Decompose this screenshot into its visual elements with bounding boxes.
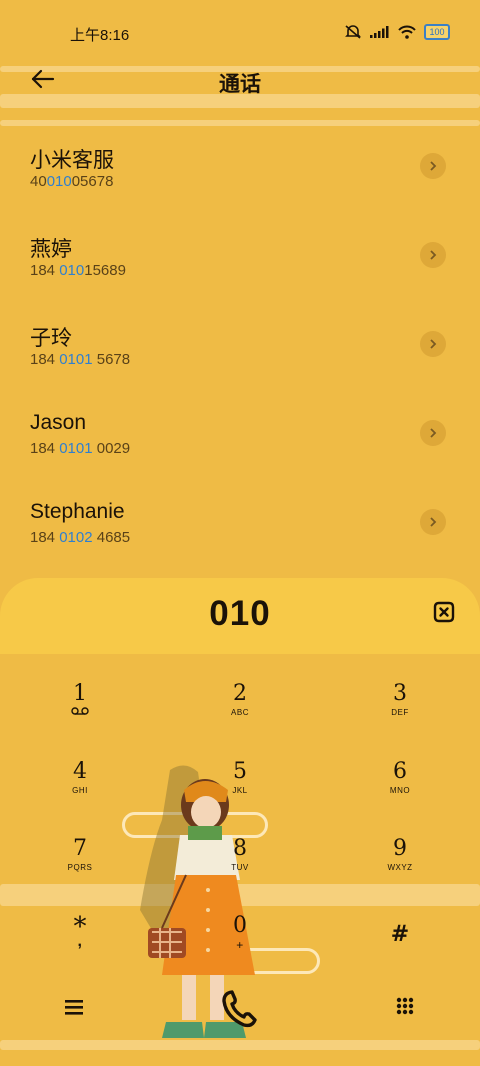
number-match: 0101 bbox=[59, 351, 93, 368]
contact-number: 4001005678 bbox=[30, 173, 113, 190]
key-digit: 9 bbox=[393, 836, 407, 861]
contact-name: 燕婷 bbox=[30, 238, 72, 261]
chevron-right-icon[interactable] bbox=[420, 420, 446, 446]
contact-row[interactable]: 子玲 184 0101 5678 bbox=[0, 306, 480, 395]
number-suffix: 4685 bbox=[92, 529, 131, 546]
key-letters: WXYZ bbox=[387, 863, 413, 872]
number-prefix: 184 bbox=[30, 262, 60, 279]
chevron-right-icon[interactable] bbox=[420, 331, 446, 357]
contact-number: 184 0101 5678 bbox=[30, 351, 130, 368]
key-digit: 3 bbox=[393, 681, 407, 706]
menu-icon[interactable] bbox=[64, 999, 84, 1015]
key-digit: 4 bbox=[73, 759, 87, 784]
wifi-icon bbox=[398, 25, 416, 39]
key-digit: 0 bbox=[233, 913, 247, 938]
number-suffix: 15689 bbox=[84, 262, 126, 279]
key-4[interactable]: 4 GHI bbox=[0, 732, 160, 808]
key-0[interactable]: 0 + bbox=[160, 886, 320, 962]
contact-name: 子玲 bbox=[30, 327, 72, 350]
key-7[interactable]: 7 PQRS bbox=[0, 809, 160, 885]
key-letters: MNO bbox=[389, 786, 411, 795]
key-digit: 6 bbox=[393, 759, 407, 784]
chevron-right-icon[interactable] bbox=[420, 509, 446, 535]
key-1[interactable]: 1 bbox=[0, 654, 160, 730]
dial-input-panel: 010 bbox=[0, 578, 480, 654]
contact-number: 184 01015689 bbox=[30, 262, 126, 279]
key-hash[interactable]: # bbox=[320, 886, 480, 962]
key-2[interactable]: 2 ABC bbox=[160, 654, 320, 730]
battery-icon: 100 bbox=[424, 24, 450, 40]
mute-icon bbox=[345, 25, 361, 39]
bottom-action-bar bbox=[0, 985, 480, 1029]
number-prefix: 40 bbox=[30, 173, 47, 190]
key-letters: + bbox=[236, 938, 244, 952]
key-digit: # bbox=[390, 921, 410, 947]
number-match: 010 bbox=[46, 173, 72, 190]
key-star[interactable]: * , bbox=[0, 886, 160, 962]
key-digit: 5 bbox=[233, 759, 247, 784]
key-digit: 2 bbox=[233, 681, 247, 706]
contact-name: Stephanie bbox=[30, 500, 125, 523]
key-digit: 1 bbox=[73, 681, 87, 706]
number-match: 0101 bbox=[59, 440, 93, 457]
number-match: 010 bbox=[59, 262, 85, 279]
status-time: 上午8:16 bbox=[70, 27, 130, 44]
dial-keypad: 1 2 ABC 3 DEF 4 GHI 5 JKL 6 MNO 7 PQRS 8… bbox=[0, 654, 480, 960]
contact-list: 小米客服 4001005678 燕婷 184 01015689 子玲 184 0… bbox=[0, 128, 480, 573]
keypad-grid-icon[interactable] bbox=[396, 997, 414, 1015]
contact-name: Jason bbox=[30, 411, 87, 434]
key-3[interactable]: 3 DEF bbox=[320, 654, 480, 730]
contact-row[interactable]: 燕婷 184 01015689 bbox=[0, 217, 480, 306]
number-suffix: 0029 bbox=[92, 440, 131, 457]
decor-streak bbox=[0, 120, 480, 126]
voicemail-icon bbox=[71, 707, 89, 715]
number-prefix: 184 bbox=[30, 440, 60, 457]
contact-name: 小米客服 bbox=[30, 149, 114, 172]
number-match: 0102 bbox=[59, 529, 93, 546]
key-letters: PQRS bbox=[67, 863, 93, 872]
number-suffix: 5678 bbox=[92, 351, 131, 368]
contact-number: 184 0101 0029 bbox=[30, 440, 130, 457]
delete-icon[interactable] bbox=[432, 600, 456, 624]
key-letters: , bbox=[77, 933, 83, 950]
contact-row[interactable]: Stephanie 184 0102 4685 bbox=[0, 484, 480, 573]
number-prefix: 184 bbox=[30, 351, 60, 368]
chevron-right-icon[interactable] bbox=[420, 153, 446, 179]
app-header: 通话 bbox=[0, 64, 480, 100]
key-letters: GHI bbox=[72, 786, 88, 795]
key-6[interactable]: 6 MNO bbox=[320, 732, 480, 808]
key-letters: DEF bbox=[391, 708, 409, 717]
contact-number: 184 0102 4685 bbox=[30, 529, 130, 546]
contact-row[interactable]: 小米客服 4001005678 bbox=[0, 128, 480, 217]
key-digit: 8 bbox=[233, 836, 247, 861]
key-digit: 7 bbox=[73, 836, 87, 861]
status-icons: 100 bbox=[344, 24, 450, 40]
number-prefix: 184 bbox=[30, 529, 60, 546]
key-9[interactable]: 9 WXYZ bbox=[320, 809, 480, 885]
key-letters: ABC bbox=[231, 708, 249, 717]
key-letters: JKL bbox=[232, 786, 248, 795]
page-title: 通话 bbox=[219, 73, 261, 96]
contact-row[interactable]: Jason 184 0101 0029 bbox=[0, 395, 480, 484]
key-5[interactable]: 5 JKL bbox=[160, 732, 320, 808]
phone-icon[interactable] bbox=[218, 987, 262, 1031]
key-8[interactable]: 8 TUV bbox=[160, 809, 320, 885]
number-suffix: 05678 bbox=[71, 173, 114, 190]
chevron-right-icon[interactable] bbox=[420, 242, 446, 268]
dialed-number: 010 bbox=[209, 594, 271, 633]
key-letters: TUV bbox=[231, 863, 249, 872]
status-bar: 上午8:16 100 bbox=[0, 0, 480, 64]
signal-icon bbox=[370, 26, 389, 38]
